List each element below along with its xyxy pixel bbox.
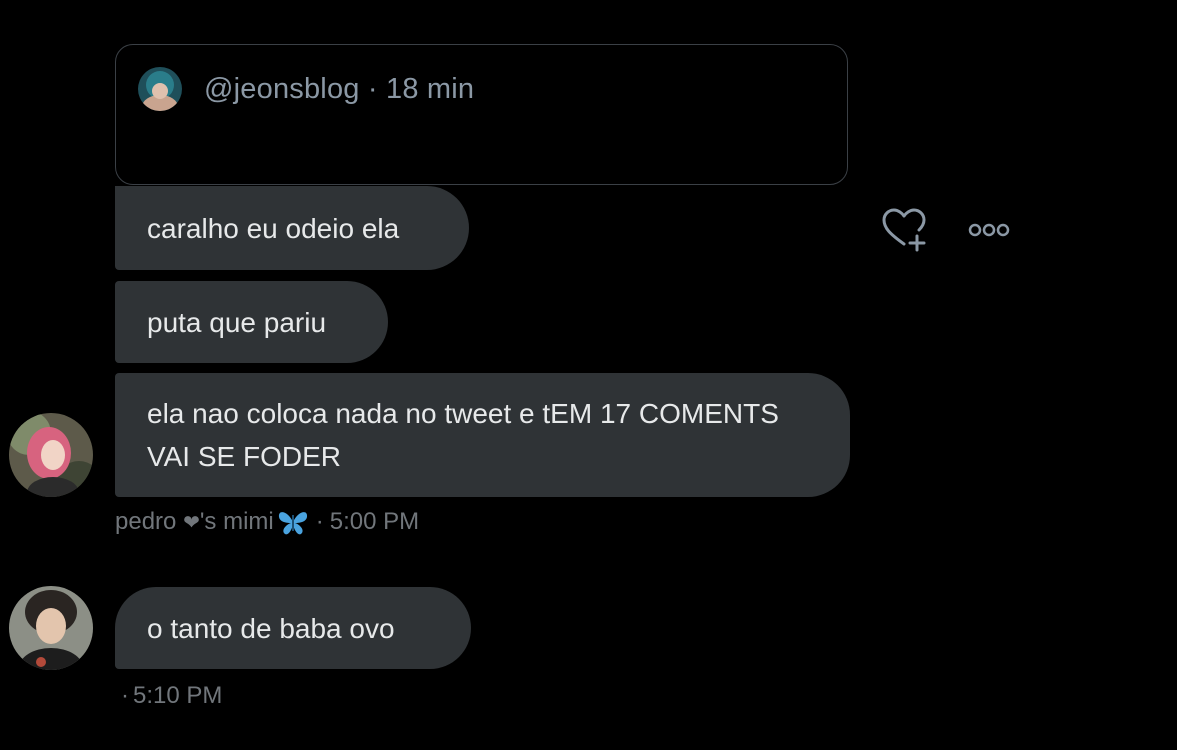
meta-separator: · bbox=[367, 72, 378, 105]
heart-icon: ❤ bbox=[183, 512, 200, 534]
meta-separator: · bbox=[315, 508, 324, 535]
message-meta: pedro ❤'s mimi · 5:00 PM bbox=[115, 507, 419, 537]
message-bubble[interactable]: caralho eu odeio ela bbox=[115, 186, 469, 270]
message-bubble[interactable]: puta que pariu bbox=[115, 281, 388, 363]
sender-name[interactable]: pedro ❤'s mimi bbox=[115, 508, 274, 536]
message-text: o tanto de baba ovo bbox=[147, 612, 395, 644]
quoted-tweet-card[interactable]: @jeonsblog · 18 min bbox=[115, 44, 848, 185]
message-text: puta que pariu bbox=[147, 306, 327, 338]
message-bubble[interactable]: ela nao coloca nada no tweet e tEM 17 CO… bbox=[115, 373, 850, 497]
heart-plus-icon[interactable] bbox=[880, 206, 928, 254]
message-bubble[interactable]: o tanto de baba ovo bbox=[115, 587, 471, 669]
quoted-tweet-meta: @jeonsblog · 18 min bbox=[204, 73, 474, 106]
more-horizontal-icon[interactable] bbox=[965, 206, 1013, 254]
message-actions bbox=[880, 206, 1013, 254]
quoted-tweet-time: 18 min bbox=[386, 72, 475, 105]
message-time: 5:10 PM bbox=[133, 682, 223, 709]
sender-avatar[interactable] bbox=[9, 586, 93, 670]
meta-separator: · bbox=[121, 682, 129, 709]
message-time: 5:00 PM bbox=[329, 508, 420, 535]
quoted-tweet-header: @jeonsblog · 18 min bbox=[138, 67, 474, 111]
sender-avatar[interactable] bbox=[9, 413, 93, 497]
message-meta: · 5:10 PM bbox=[115, 682, 222, 710]
quoted-author-handle[interactable]: @jeonsblog bbox=[204, 73, 360, 105]
message-text: ela nao coloca nada no tweet e tEM 17 CO… bbox=[147, 398, 779, 472]
message-text: caralho eu odeio ela bbox=[147, 212, 400, 244]
butterfly-emoji-icon bbox=[276, 507, 310, 537]
quoted-author-avatar bbox=[138, 67, 182, 111]
